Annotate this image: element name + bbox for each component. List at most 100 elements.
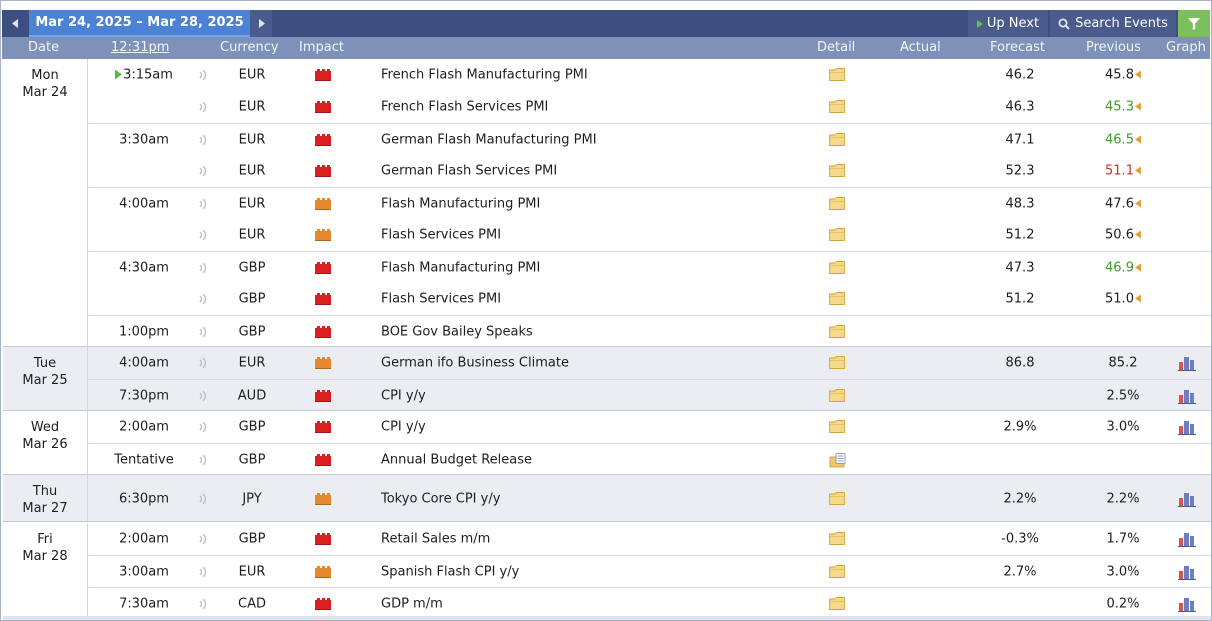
- folder-detail-icon[interactable]: [829, 388, 845, 402]
- filter-button[interactable]: [1178, 10, 1210, 37]
- event-row[interactable]: 1:00pm GBP BOE Gov Bailey Speaks: [88, 315, 1211, 347]
- folder-detail-icon[interactable]: [829, 491, 845, 505]
- event-title[interactable]: BOE Gov Bailey Speaks: [381, 324, 533, 339]
- event-detail-button[interactable]: [829, 420, 847, 434]
- speaker-icon[interactable]: [198, 357, 208, 369]
- speaker-icon[interactable]: [198, 533, 208, 545]
- event-row[interactable]: 3:00am EUR Spanish Flash CPI y/y 2.7% 3.0%: [88, 555, 1211, 587]
- event-detail-button[interactable]: [829, 196, 847, 211]
- event-detail-button[interactable]: [829, 100, 847, 114]
- previous-week-button[interactable]: [4, 10, 26, 37]
- column-time[interactable]: 12:31pm: [111, 40, 169, 55]
- speaker-toggle[interactable]: [198, 69, 208, 81]
- event-row[interactable]: EUR Flash Services PMI 51.2 50.6: [88, 219, 1211, 251]
- event-title[interactable]: Tokyo Core CPI y/y: [381, 491, 500, 506]
- date-range-label[interactable]: Mar 24, 2025 – Mar 28, 2025: [29, 10, 250, 37]
- folder-detail-icon[interactable]: [829, 68, 845, 81]
- speaker-icon[interactable]: [198, 134, 208, 146]
- event-title[interactable]: Flash Services PMI: [381, 228, 501, 243]
- speaker-toggle[interactable]: [198, 198, 208, 210]
- speaker-icon[interactable]: [198, 165, 208, 177]
- speaker-toggle[interactable]: [198, 262, 208, 274]
- event-detail-button[interactable]: [829, 260, 847, 275]
- event-detail-button[interactable]: [829, 491, 847, 506]
- speaker-toggle[interactable]: [198, 293, 208, 305]
- folder-document-icon[interactable]: [829, 452, 847, 469]
- event-row[interactable]: 3:15am EUR French Flash Manufacturing PMI 4…: [88, 59, 1211, 91]
- folder-detail-icon[interactable]: [829, 532, 845, 545]
- speaker-toggle[interactable]: [198, 566, 208, 578]
- event-detail-button[interactable]: [829, 228, 847, 242]
- speaker-icon[interactable]: [198, 326, 208, 338]
- speaker-icon[interactable]: [198, 198, 208, 210]
- event-row[interactable]: 2:00am GBP CPI y/y 2.9% 3.0%: [88, 411, 1211, 443]
- event-detail-button[interactable]: [829, 324, 847, 339]
- speaker-toggle[interactable]: [198, 598, 208, 610]
- event-row[interactable]: 2:00am GBP Retail Sales m/m -0.3% 1.7%: [88, 523, 1211, 555]
- event-title[interactable]: Flash Manufacturing PMI: [381, 196, 540, 211]
- folder-detail-icon[interactable]: [829, 100, 845, 113]
- speaker-toggle[interactable]: [198, 533, 208, 545]
- event-detail-button[interactable]: [829, 132, 847, 147]
- folder-detail-icon[interactable]: [829, 564, 845, 578]
- event-detail-button[interactable]: [829, 356, 847, 370]
- event-row[interactable]: 7:30am CAD GDP m/m 0.2%: [88, 587, 1211, 619]
- event-title[interactable]: French Flash Services PMI: [381, 100, 548, 115]
- event-detail-button[interactable]: [829, 596, 847, 611]
- speaker-icon[interactable]: [198, 293, 208, 305]
- folder-detail-icon[interactable]: [829, 292, 845, 305]
- speaker-toggle[interactable]: [198, 101, 208, 113]
- speaker-icon[interactable]: [198, 101, 208, 113]
- folder-detail-icon[interactable]: [829, 356, 845, 369]
- event-title[interactable]: Spanish Flash CPI y/y: [381, 564, 519, 579]
- bar-graph-icon[interactable]: [1178, 355, 1196, 371]
- folder-detail-icon[interactable]: [829, 228, 845, 241]
- folder-detail-icon[interactable]: [829, 260, 845, 274]
- event-title[interactable]: Retail Sales m/m: [381, 532, 490, 547]
- speaker-icon[interactable]: [198, 493, 208, 505]
- event-row[interactable]: 3:30am EUR German Flash Manufacturing PMI 4…: [88, 123, 1211, 155]
- folder-detail-icon[interactable]: [829, 164, 845, 177]
- event-detail-button[interactable]: [829, 452, 847, 469]
- event-graph-button[interactable]: [1178, 531, 1196, 547]
- event-row[interactable]: 6:30pm JPY Tokyo Core CPI y/y 2.2% 2.2%: [88, 475, 1211, 522]
- speaker-icon[interactable]: [198, 421, 208, 433]
- search-events-button[interactable]: Search Events: [1050, 10, 1176, 37]
- event-graph-button[interactable]: [1178, 596, 1196, 612]
- event-detail-button[interactable]: [829, 292, 847, 306]
- event-detail-button[interactable]: [829, 68, 847, 82]
- event-title[interactable]: CPI y/y: [381, 420, 426, 435]
- event-title[interactable]: French Flash Manufacturing PMI: [381, 68, 588, 83]
- event-title[interactable]: GDP m/m: [381, 596, 443, 611]
- speaker-toggle[interactable]: [198, 326, 208, 338]
- event-title[interactable]: German ifo Business Climate: [381, 356, 569, 371]
- event-detail-button[interactable]: [829, 388, 847, 403]
- speaker-toggle[interactable]: [198, 390, 208, 402]
- speaker-toggle[interactable]: [198, 454, 208, 466]
- event-title[interactable]: German Flash Manufacturing PMI: [381, 132, 597, 147]
- event-row[interactable]: GBP Flash Services PMI 51.2 51.0: [88, 283, 1211, 315]
- event-row[interactable]: 4:30am GBP Flash Manufacturing PMI 47.3 46.9: [88, 251, 1211, 283]
- event-graph-button[interactable]: [1178, 355, 1196, 371]
- event-title[interactable]: Annual Budget Release: [381, 452, 532, 467]
- event-detail-button[interactable]: [829, 532, 847, 546]
- speaker-icon[interactable]: [198, 69, 208, 81]
- bar-graph-icon[interactable]: [1178, 419, 1196, 435]
- event-row[interactable]: 7:30pm AUD CPI y/y 2.5%: [88, 379, 1211, 411]
- next-week-button[interactable]: [250, 10, 272, 37]
- speaker-toggle[interactable]: [198, 134, 208, 146]
- bar-graph-icon[interactable]: [1178, 491, 1196, 507]
- event-graph-button[interactable]: [1178, 491, 1196, 507]
- event-row[interactable]: EUR German Flash Services PMI 52.3 51.1: [88, 155, 1211, 187]
- folder-detail-icon[interactable]: [829, 420, 845, 433]
- speaker-toggle[interactable]: [198, 229, 208, 241]
- bar-graph-icon[interactable]: [1178, 564, 1196, 580]
- speaker-toggle[interactable]: [198, 493, 208, 505]
- event-title[interactable]: CPI y/y: [381, 388, 426, 403]
- event-detail-button[interactable]: [829, 564, 847, 579]
- up-next-button[interactable]: Up Next: [968, 10, 1048, 37]
- bar-graph-icon[interactable]: [1178, 388, 1196, 404]
- speaker-toggle[interactable]: [198, 357, 208, 369]
- event-graph-button[interactable]: [1178, 419, 1196, 435]
- event-row[interactable]: 4:00am EUR German ifo Business Climate 86.8…: [88, 347, 1211, 379]
